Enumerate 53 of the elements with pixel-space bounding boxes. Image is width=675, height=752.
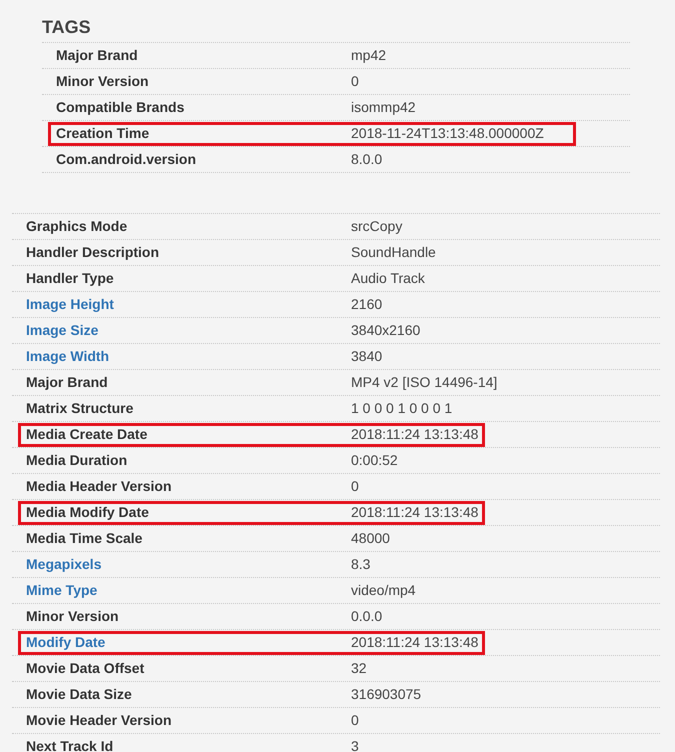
field-value: 0.0.0 — [351, 607, 382, 626]
field-value: 0 — [351, 72, 359, 91]
field-label: Matrix Structure — [25, 399, 134, 418]
field-value: 0 — [351, 477, 359, 496]
field-value: 3840x2160 — [351, 321, 420, 340]
field-label: Handler Description — [25, 243, 160, 262]
field-value: Audio Track — [351, 269, 425, 288]
field-label: Media Duration — [25, 451, 128, 470]
field-label: Minor Version — [25, 607, 120, 626]
field-label: Media Modify Date — [25, 503, 150, 522]
field-label: Graphics Mode — [25, 217, 128, 236]
field-value: video/mp4 — [351, 581, 416, 600]
field-label: Creation Time — [55, 124, 150, 143]
field-label: Media Time Scale — [25, 529, 144, 548]
field-label: Media Create Date — [25, 425, 148, 444]
field-label: Next Track Id — [25, 737, 114, 752]
field-label: Major Brand — [25, 373, 109, 392]
field-value: isommp42 — [351, 98, 416, 117]
field-label: Compatible Brands — [55, 98, 186, 117]
field-label: Media Header Version — [25, 477, 173, 496]
field-label: Major Brand — [55, 46, 139, 65]
field-value: 2018:11:24 13:13:48 — [351, 503, 478, 522]
field-value: 32 — [351, 659, 367, 678]
field-value: 2018-11-24T13:13:48.000000Z — [351, 124, 544, 143]
field-value: 2018:11:24 13:13:48 — [351, 425, 478, 444]
field-link[interactable]: Image Width — [21, 346, 351, 367]
field-label: Movie Data Offset — [25, 659, 146, 678]
field-value: mp42 — [351, 46, 386, 65]
field-value: MP4 v2 [ISO 14496-14] — [351, 373, 498, 392]
field-value: 2018:11:24 13:13:48 — [351, 633, 478, 652]
field-label: Com.android.version — [55, 150, 198, 169]
section-title: TAGS — [42, 16, 92, 39]
field-link[interactable]: Megapixels — [21, 554, 351, 575]
field-value: 0 — [351, 711, 359, 730]
field-link[interactable]: Mime Type — [21, 580, 351, 601]
field-value: 316903075 — [351, 685, 422, 704]
field-value: srcCopy — [351, 217, 402, 236]
field-value: 1 0 0 0 1 0 0 0 1 — [351, 399, 452, 418]
field-value: 0:00:52 — [351, 451, 398, 470]
field-link[interactable]: Image Size — [21, 320, 351, 341]
field-label: Movie Header Version — [25, 711, 173, 730]
field-value: 3840 — [351, 347, 382, 366]
field-value: SoundHandle — [351, 243, 436, 262]
field-value: 8.0.0 — [351, 150, 382, 169]
field-value: 2160 — [351, 295, 382, 314]
field-link[interactable]: Modify Date — [21, 632, 351, 653]
field-label: Handler Type — [25, 269, 115, 288]
field-label: Minor Version — [55, 72, 150, 91]
field-value: 3 — [351, 737, 359, 752]
field-value: 48000 — [351, 529, 390, 548]
field-value: 8.3 — [351, 555, 370, 574]
field-link[interactable]: Image Height — [21, 294, 351, 315]
field-label: Movie Data Size — [25, 685, 133, 704]
